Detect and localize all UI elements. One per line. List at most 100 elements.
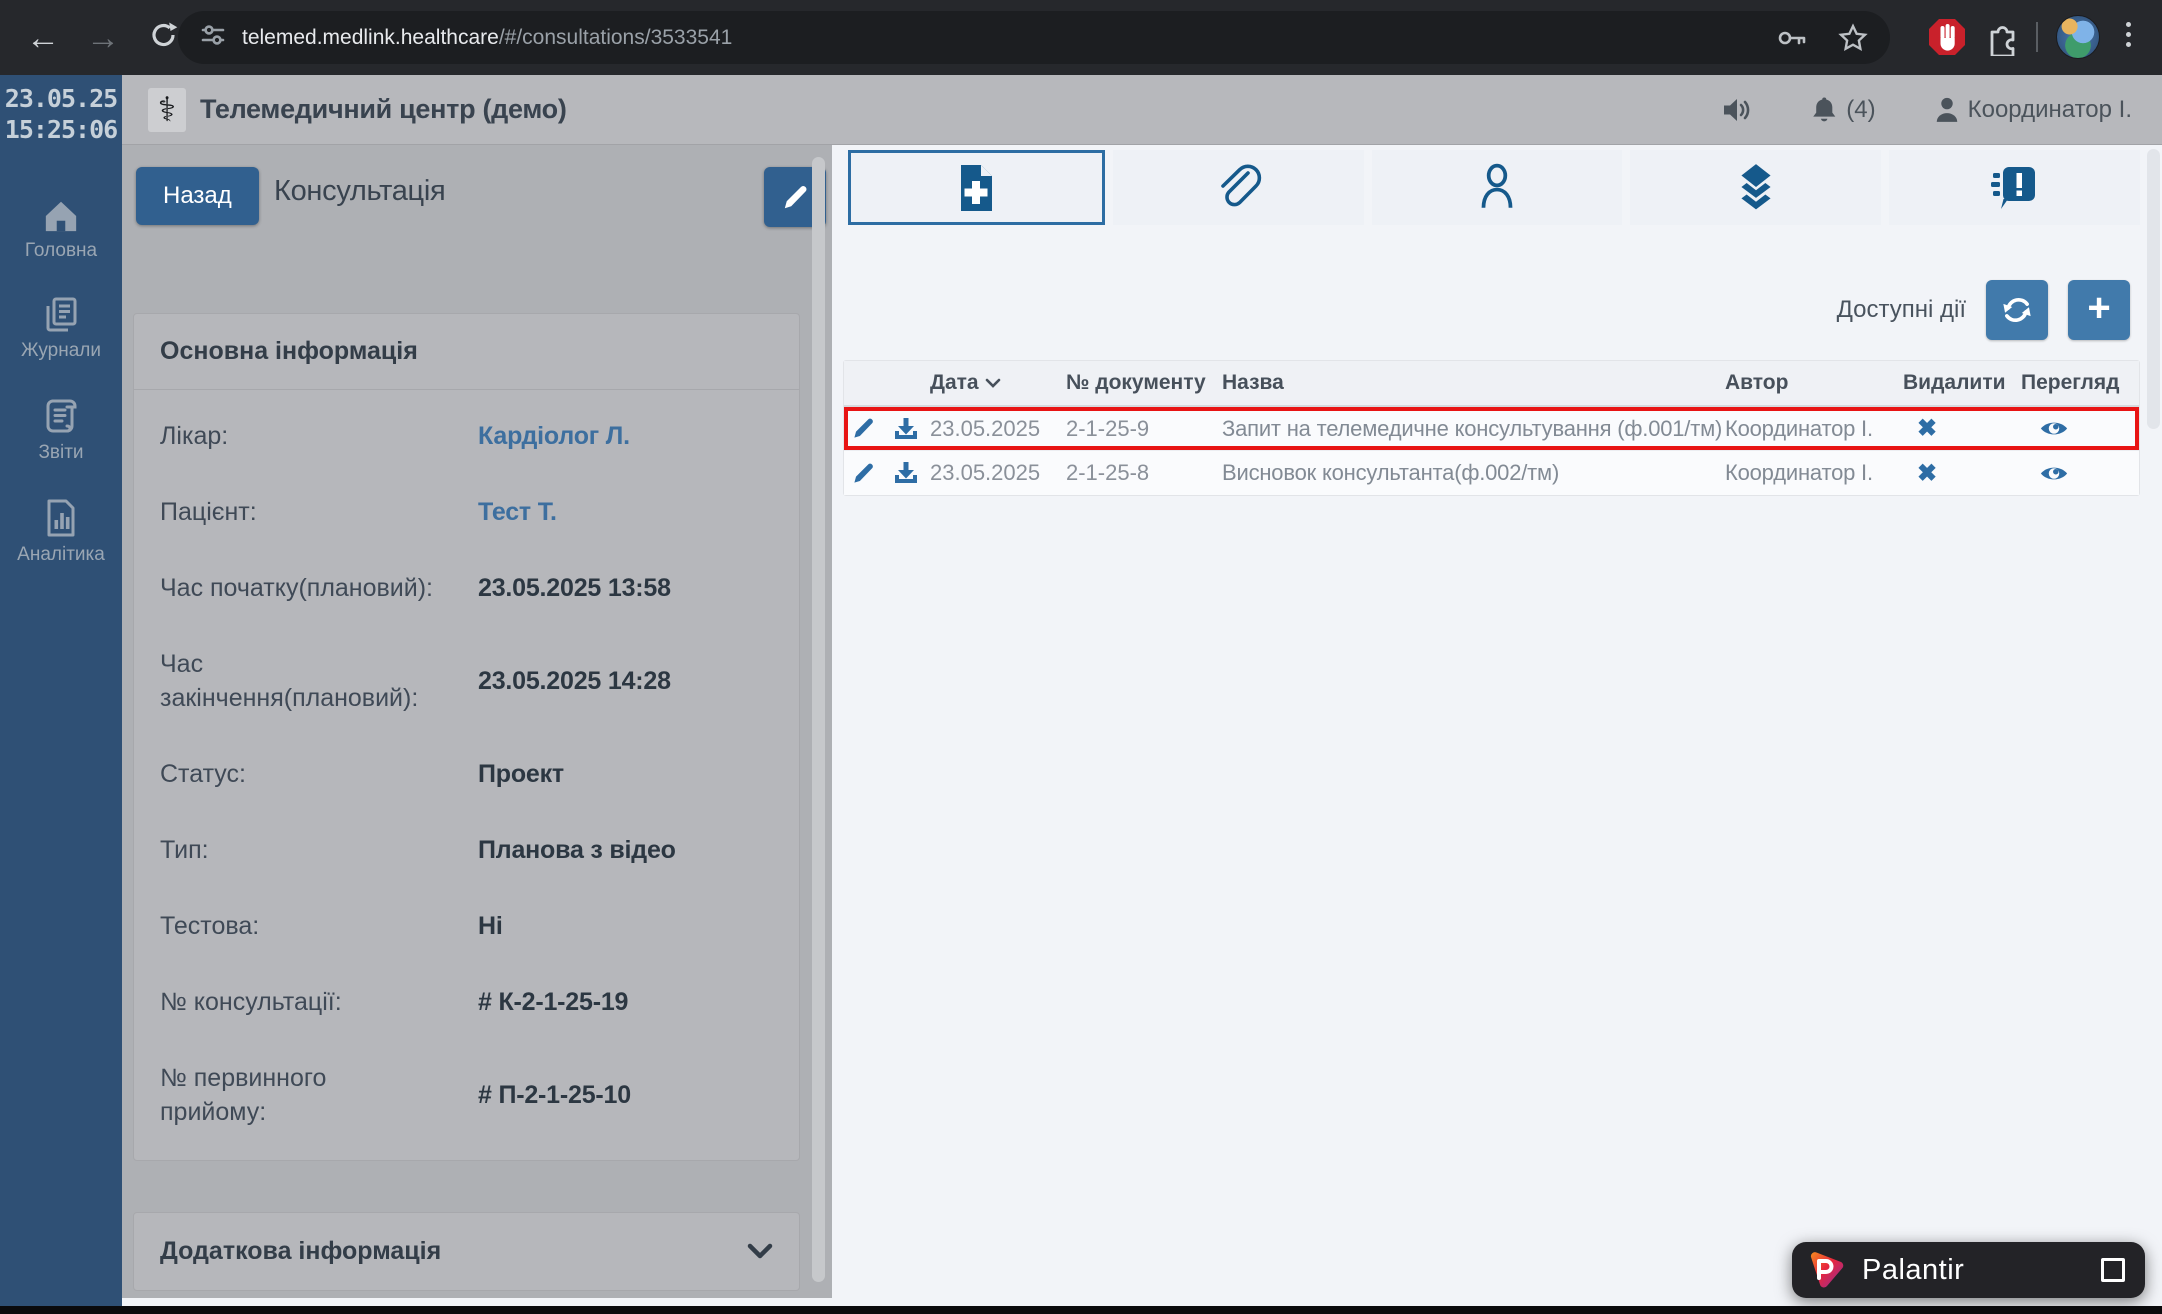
sidebar-item-home[interactable]: Головна (0, 198, 122, 262)
palantir-widget[interactable]: Palantir (1792, 1242, 2145, 1298)
edit-document-icon[interactable] (844, 417, 882, 440)
browser-reload-icon[interactable] (150, 21, 178, 55)
field-type: Тип: Планова з відео (134, 812, 799, 888)
browser-forward-icon[interactable]: → (86, 21, 120, 55)
column-header-author[interactable]: Автор (1725, 371, 1903, 395)
browser-menu-icon[interactable] (2126, 22, 2131, 47)
notifications-button[interactable]: (4) (1810, 95, 1875, 125)
column-header-doc-number[interactable]: № документу (1066, 371, 1222, 395)
cell-doc-number: 2-1-25-8 (1066, 460, 1222, 486)
layers-icon (1731, 162, 1781, 214)
cell-date: 23.05.2025 (930, 460, 1066, 486)
extensions-puzzle-icon[interactable] (1984, 20, 2020, 56)
doctor-link[interactable]: Кардіолог Л. (478, 422, 630, 451)
cell-name: Висновок консультанта(ф.002/тм) (1222, 460, 1725, 486)
plus-icon: + (2087, 288, 2110, 328)
add-document-button[interactable]: + (2068, 280, 2130, 340)
user-menu[interactable]: Координатор І. (1934, 96, 2132, 124)
sidebar-clock: 23.05.25 15:25:06 (0, 83, 122, 146)
cell-author: Координатор І. (1725, 460, 1903, 486)
field-label: Час початку(плановий): (160, 571, 478, 605)
sort-desc-icon (985, 378, 1001, 389)
delete-document-icon[interactable]: ✖ (1903, 459, 2021, 488)
tab-layers[interactable] (1630, 150, 1881, 225)
app-header: ⚕ Телемедичний центр (демо) (4) (122, 75, 2162, 145)
analytics-icon (42, 498, 80, 538)
left-panel-scrollbar[interactable] (812, 157, 825, 1282)
site-info-icon[interactable] (200, 22, 226, 53)
field-label: № первинного прийому: (160, 1061, 478, 1129)
speaker-icon (1722, 96, 1752, 124)
bookmark-star-icon[interactable] (1808, 23, 1868, 53)
address-bar[interactable]: telemed.medlink.healthcare/#/consultatio… (178, 11, 1890, 64)
patient-link[interactable]: Тест Т. (478, 498, 557, 527)
sound-toggle[interactable] (1722, 96, 1752, 124)
actions-row: Доступні дії + (1837, 280, 2130, 340)
edit-document-icon[interactable] (844, 462, 882, 485)
refresh-icon (2001, 295, 2033, 325)
clock-date: 23.05.25 (0, 83, 122, 114)
sidebar-item-label: Звіти (38, 442, 83, 464)
sidebar-item-journals[interactable]: Журнали (0, 296, 122, 362)
download-document-icon[interactable] (882, 417, 930, 441)
table-header: Дата № документу Назва Автор Видалити Пе… (844, 361, 2139, 407)
field-label: Тип: (160, 833, 478, 867)
field-value: Планова з відео (478, 836, 676, 865)
right-panel-scrollbar[interactable] (2147, 149, 2160, 429)
field-consultation-number: № консультації: # К-2-1-25-19 (134, 964, 799, 1040)
documents-panel: Доступні дії + Дата (832, 145, 2162, 1298)
main-info-title: Основна інформація (160, 337, 418, 366)
tab-participants[interactable] (1372, 150, 1623, 225)
cell-doc-number: 2-1-25-9 (1066, 416, 1222, 442)
tab-bar (848, 150, 2140, 225)
sidebar-item-reports[interactable]: Звіти (0, 396, 122, 464)
browser-profile-avatar[interactable] (2056, 15, 2100, 59)
field-status: Статус: Проект (134, 736, 799, 812)
field-label: Тестова: (160, 909, 478, 943)
cell-name: Запит на телемедичне консультування (ф.0… (1222, 416, 1725, 442)
adblocker-extension-icon[interactable] (1927, 17, 1967, 57)
sidebar-item-label: Аналітика (17, 544, 105, 566)
delete-document-icon[interactable]: ✖ (1903, 414, 2021, 443)
browser-toolbar: ← → telemed.medlink.healthcare/#/consult… (0, 0, 2162, 75)
tab-attachments[interactable] (1113, 150, 1364, 225)
url-text[interactable]: telemed.medlink.healthcare/#/consultatio… (242, 26, 732, 50)
column-header-date[interactable]: Дата (930, 371, 1066, 395)
download-document-icon[interactable] (882, 461, 930, 485)
table-row[interactable]: 23.05.2025 2-1-25-8 Висновок консультант… (844, 451, 2139, 495)
cell-author: Координатор І. (1725, 416, 1903, 442)
tab-messages[interactable] (1889, 150, 2140, 225)
bell-icon (1810, 95, 1838, 125)
page-title: Консультація (274, 175, 445, 208)
chat-alert-icon (1989, 163, 2041, 213)
sidebar-item-analytics[interactable]: Аналітика (0, 498, 122, 566)
field-value: 23.05.2025 13:58 (478, 574, 671, 603)
field-value: # П-2-1-25-10 (478, 1081, 631, 1110)
user-icon (1934, 96, 1960, 123)
palantir-restore-icon[interactable] (2101, 1258, 2125, 1282)
field-label: Статус: (160, 757, 478, 791)
palantir-label: Palantir (1862, 1254, 1964, 1287)
field-start-time: Час початку(плановий): 23.05.2025 13:58 (134, 550, 799, 626)
home-icon (42, 198, 80, 234)
tab-documents[interactable] (848, 150, 1105, 225)
toolbar-divider (2036, 22, 2038, 52)
additional-info-card[interactable]: Додаткова інформація (133, 1212, 800, 1291)
sidebar-item-label: Журнали (21, 340, 101, 362)
refresh-button[interactable] (1986, 280, 2048, 340)
table-row[interactable]: 23.05.2025 2-1-25-9 Запит на телемедичне… (844, 407, 2139, 451)
field-label: Час закінчення(плановий): (160, 647, 478, 715)
column-header-name[interactable]: Назва (1222, 371, 1725, 395)
view-document-icon[interactable] (2021, 418, 2139, 439)
field-label: Пацієнт: (160, 495, 478, 529)
field-value: Проект (478, 760, 564, 789)
back-button[interactable]: Назад (136, 167, 259, 225)
view-document-icon[interactable] (2021, 463, 2139, 484)
reports-icon (41, 396, 81, 436)
password-key-icon[interactable] (1746, 23, 1808, 53)
field-patient: Пацієнт: Тест Т. (134, 474, 799, 550)
journals-icon (41, 296, 81, 334)
browser-back-icon[interactable]: ← (26, 21, 60, 55)
field-primary-number: № первинного прийому: # П-2-1-25-10 (134, 1040, 799, 1150)
app-window: 23.05.25 15:25:06 Головна Журнали (0, 75, 2162, 1306)
